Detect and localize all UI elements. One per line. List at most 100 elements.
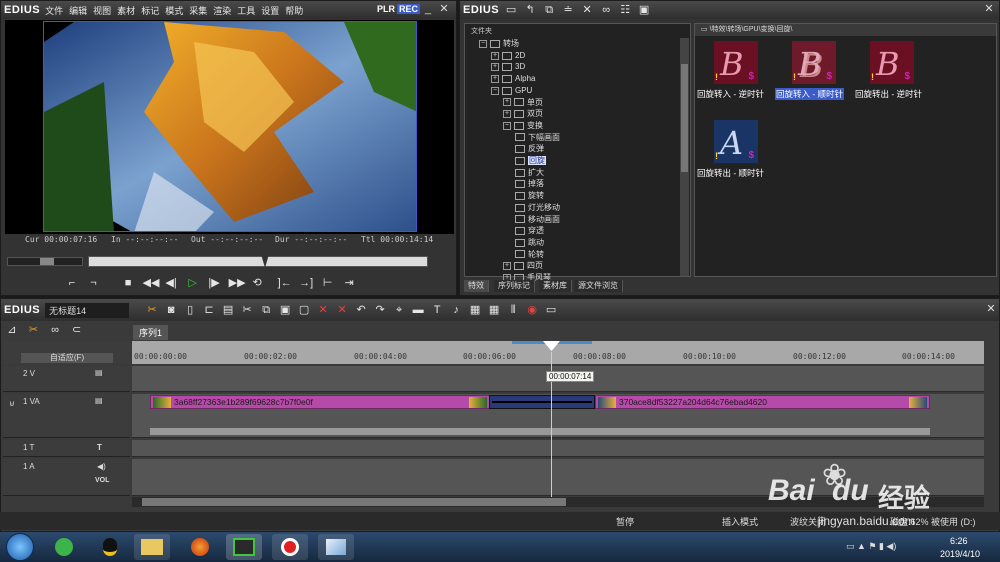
snapshot-icon[interactable]: ◙: [164, 304, 178, 317]
taskbar-360-icon[interactable]: [46, 534, 82, 560]
align-icon[interactable]: ≐: [561, 4, 575, 17]
menu-settings[interactable]: 设置: [261, 6, 279, 16]
stop-icon[interactable]: ■: [121, 277, 135, 290]
menu-marker[interactable]: 标记: [141, 6, 159, 16]
effects-close-icon[interactable]: ✕: [982, 3, 996, 16]
tree-item-7[interactable]: − 变换: [503, 120, 543, 132]
tree-scrollbar[interactable]: [680, 38, 689, 276]
taskbar-edius-icon[interactable]: [226, 534, 262, 560]
expand-icon[interactable]: +: [491, 74, 499, 83]
copy-clip-icon[interactable]: ⧉: [259, 304, 273, 317]
trim-tool-icon[interactable]: ▬: [411, 304, 425, 317]
effect-icon[interactable]: [515, 168, 525, 177]
effect-icon[interactable]: [515, 238, 525, 247]
mode-dropdown[interactable]: 自适应(F): [21, 353, 113, 363]
link-icon[interactable]: ∞: [599, 4, 613, 17]
tree-item-15[interactable]: 移动画面: [515, 214, 560, 226]
taskbar-record-icon[interactable]: [272, 534, 308, 560]
step-back-icon[interactable]: ◀|: [164, 277, 178, 290]
expand-icon[interactable]: +: [503, 98, 511, 107]
track-header-1t[interactable]: 1 T T: [3, 440, 130, 457]
tree-item-1[interactable]: +2D: [491, 50, 525, 62]
close-icon[interactable]: ✕: [437, 3, 451, 16]
speaker-icon[interactable]: ◀): [97, 462, 106, 471]
expand-icon[interactable]: −: [503, 121, 511, 130]
menu-view[interactable]: 视图: [93, 6, 111, 16]
taskbar-firefox-icon[interactable]: [182, 534, 218, 560]
tree-item-8[interactable]: 下幅画面: [515, 132, 560, 144]
tree-item-6[interactable]: + 双页: [503, 108, 543, 120]
effect-thumb-2[interactable]: B $!: [791, 40, 837, 85]
tray-icons[interactable]: ▭ ▲ ⚑ ▮ ◀): [846, 541, 896, 552]
open-icon[interactable]: ⊏: [202, 304, 216, 317]
effect-icon[interactable]: [515, 227, 525, 236]
undo-icon[interactable]: ↶: [354, 304, 368, 317]
tree-item-3[interactable]: + Alpha: [491, 73, 535, 85]
track-mode-icon[interactable]: ⊿: [5, 324, 19, 337]
effect-icon[interactable]: [515, 133, 525, 142]
shuttle-slider[interactable]: [7, 257, 83, 266]
color-icon[interactable]: ◉: [525, 304, 539, 317]
clock-time[interactable]: 6:26: [950, 536, 968, 546]
copy-icon[interactable]: ⧉: [542, 4, 556, 17]
lock-icon[interactable]: ▣: [637, 4, 651, 17]
tree-item-10[interactable]: 回旋: [515, 155, 546, 167]
title-icon[interactable]: T: [430, 304, 444, 317]
transition-clip[interactable]: [489, 395, 595, 409]
insert-icon[interactable]: ]←: [278, 277, 292, 290]
expand-icon[interactable]: −: [479, 39, 487, 48]
expand-icon[interactable]: +: [491, 51, 499, 60]
track-2v-lock-icon[interactable]: ▤: [95, 368, 103, 377]
track-header-1a[interactable]: 1 A ◀) VOL: [3, 459, 130, 496]
menu-file[interactable]: 文件: [45, 6, 63, 16]
expand-icon[interactable]: +: [503, 262, 511, 271]
grid-icon[interactable]: ▦: [487, 304, 501, 317]
trim-icon[interactable]: ⊢: [321, 277, 335, 290]
position-bar[interactable]: [88, 254, 428, 268]
effect-label-4[interactable]: 回旋转出 - 顺时针: [697, 167, 764, 179]
redo-icon[interactable]: ↷: [373, 304, 387, 317]
view-icon[interactable]: ☷: [618, 4, 632, 17]
clip-1[interactable]: 3a68ff27363e1b289f69628c7b7f0e0f: [150, 395, 490, 409]
mark-out-icon[interactable]: ¬: [87, 277, 101, 290]
play-icon[interactable]: ▷: [186, 277, 200, 290]
effect-thumb-4[interactable]: A $!: [713, 119, 759, 164]
clock-date[interactable]: 2019/4/10: [940, 549, 980, 559]
track-header-1va[interactable]: ⊍ 1 VA ▤: [3, 394, 130, 438]
track-row-1t[interactable]: [132, 440, 984, 457]
marker-icon[interactable]: ⌖: [392, 304, 406, 317]
expand-icon[interactable]: +: [491, 63, 499, 72]
sync-icon[interactable]: ✂: [27, 324, 41, 337]
link-track-icon[interactable]: ∞: [48, 324, 62, 337]
effect-thumb-1[interactable]: B $!: [713, 40, 759, 85]
loop-icon[interactable]: ⟲: [250, 277, 264, 290]
tree-item-19[interactable]: + 四页: [503, 260, 543, 272]
effect-icon[interactable]: [515, 215, 525, 224]
fast-forward-icon[interactable]: ▶▶: [229, 277, 246, 290]
tab-effects[interactable]: 特效: [464, 280, 489, 292]
sequence-tab[interactable]: 序列1: [133, 325, 169, 340]
audio-clip-bar[interactable]: [150, 428, 930, 435]
folder-icon[interactable]: ▭: [504, 4, 518, 17]
menu-edit[interactable]: 编辑: [69, 6, 87, 16]
track-header-2v[interactable]: 2 V ▤: [3, 366, 130, 392]
tab-sequence-markers[interactable]: 序列标记: [494, 280, 535, 292]
position-handle[interactable]: [261, 254, 269, 268]
timeline-close-icon[interactable]: ✕: [984, 303, 998, 316]
tree-item-16[interactable]: 穿透: [515, 225, 544, 237]
effect-icon[interactable]: [515, 191, 525, 200]
effect-label-2[interactable]: 回旋转入 - 顺时针: [775, 88, 845, 100]
up-folder-icon[interactable]: ↰: [523, 4, 537, 17]
menu-tools[interactable]: 工具: [237, 6, 255, 16]
taskbar-explorer-icon[interactable]: [134, 534, 170, 560]
tab-bin[interactable]: 素材库: [539, 280, 572, 292]
delete-icon[interactable]: ✕: [580, 4, 594, 17]
layout-icon[interactable]: ▭: [544, 304, 558, 317]
menu-capture[interactable]: 采集: [189, 6, 207, 16]
menu-mode[interactable]: 模式: [165, 6, 183, 16]
step-forward-icon[interactable]: |▶: [207, 277, 221, 290]
effect-label-3[interactable]: 回旋转出 - 逆时针: [855, 88, 922, 100]
tree-item-5[interactable]: + 单页: [503, 97, 543, 109]
tree-item-0[interactable]: − 转场: [479, 38, 519, 50]
tree-item-9[interactable]: 反弹: [515, 143, 544, 155]
